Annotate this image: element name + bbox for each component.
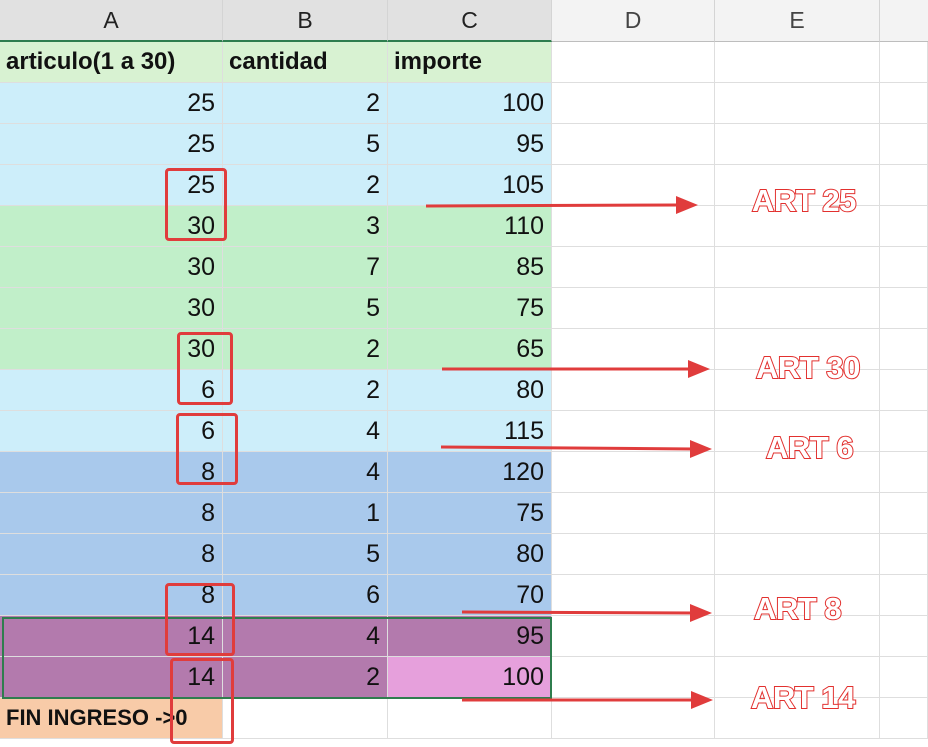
arrow-head-art-14 <box>691 691 713 709</box>
label-art-14: ART 14 <box>750 679 856 716</box>
label-art-8: ART 8 <box>753 590 843 627</box>
label-art-25: ART 25 <box>751 182 857 219</box>
spreadsheet: A B C D E articulo(1 a 30) cantidad impo… <box>0 0 928 747</box>
arrow-head-art-25 <box>676 196 698 214</box>
arrow-head-art-6 <box>690 440 712 458</box>
arrow-art-25 <box>425 203 681 208</box>
label-art-6: ART 6 <box>765 429 855 466</box>
arrow-head-art-30 <box>688 360 710 378</box>
label-art-30: ART 30 <box>755 349 861 386</box>
arrow-head-art-8 <box>690 604 712 622</box>
arrow-art-6 <box>440 445 695 451</box>
arrow-art-8 <box>461 610 695 615</box>
